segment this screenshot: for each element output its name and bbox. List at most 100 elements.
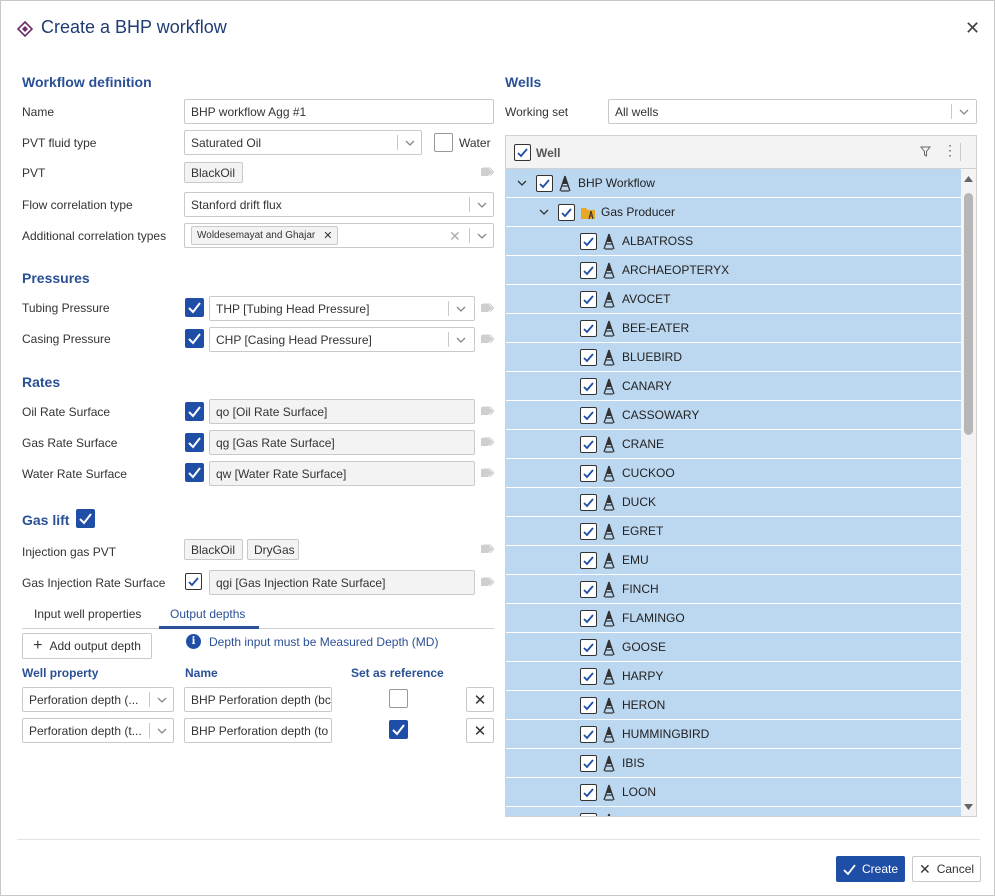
tag-icon[interactable] — [480, 303, 494, 313]
well-row[interactable]: CRANE — [506, 430, 961, 459]
well-checkbox[interactable] — [580, 378, 597, 395]
well-row[interactable]: GOOSE — [506, 633, 961, 662]
well-row[interactable]: BEE-EATER — [506, 314, 961, 343]
oil-rate-field[interactable]: qo [Oil Rate Surface] — [209, 399, 475, 424]
select-all-checkbox[interactable] — [514, 144, 531, 161]
tree-row-root[interactable]: BHP Workflow — [506, 169, 961, 198]
well-checkbox[interactable] — [580, 755, 597, 772]
tubing-pressure-select[interactable]: THP [Tubing Head Pressure] — [209, 296, 475, 321]
chevron-down-icon[interactable] — [539, 208, 549, 216]
chip-remove-icon[interactable]: ✕ — [323, 229, 332, 242]
water-rate-checkbox[interactable] — [185, 463, 204, 482]
pvt-fluid-type-select[interactable]: Saturated Oil — [184, 130, 422, 155]
water-rate-field[interactable]: qw [Water Rate Surface] — [209, 461, 475, 486]
remove-row-button[interactable]: ✕ — [466, 718, 494, 743]
well-checkbox[interactable] — [580, 552, 597, 569]
well-checkbox[interactable] — [580, 784, 597, 801]
oil-rate-checkbox[interactable] — [185, 402, 204, 421]
clear-icon[interactable]: ✕ — [449, 228, 461, 245]
wells-scrollbar[interactable] — [961, 169, 976, 816]
tab-input-well-properties[interactable]: Input well properties — [34, 607, 141, 621]
well-row[interactable]: IBIS — [506, 749, 961, 778]
tubing-pressure-checkbox[interactable] — [185, 298, 204, 317]
gas-rate-checkbox[interactable] — [185, 433, 204, 452]
gas-rate-field[interactable]: qg [Gas Rate Surface] — [209, 430, 475, 455]
well-row[interactable]: FINCH — [506, 575, 961, 604]
well-row[interactable]: CANARY — [506, 372, 961, 401]
additional-correlation-select[interactable]: Woldesemayat and Ghajar ✕ ✕ — [184, 223, 494, 248]
pvt-chip[interactable]: BlackOil — [184, 162, 243, 183]
well-row[interactable]: FLAMINGO — [506, 604, 961, 633]
scroll-down-icon[interactable] — [963, 803, 974, 811]
well-row[interactable]: ALBATROSS — [506, 227, 961, 256]
well-property-select[interactable]: Perforation depth (t... — [22, 718, 174, 743]
well-checkbox[interactable] — [580, 320, 597, 337]
tab-output-depths[interactable]: Output depths — [170, 607, 245, 621]
well-row[interactable]: EGRET — [506, 517, 961, 546]
tag-icon[interactable] — [480, 437, 494, 447]
tree-row-group[interactable]: Gas Producer — [506, 198, 961, 227]
well-row[interactable]: HARPY — [506, 662, 961, 691]
tag-icon[interactable] — [480, 334, 494, 344]
flow-correlation-select[interactable]: Stanford drift flux — [184, 192, 494, 217]
well-checkbox[interactable] — [580, 726, 597, 743]
well-row[interactable]: EMU — [506, 546, 961, 575]
well-row[interactable]: CASSOWARY — [506, 401, 961, 430]
well-checkbox[interactable] — [580, 291, 597, 308]
well-checkbox[interactable] — [580, 668, 597, 685]
well-checkbox[interactable] — [580, 813, 597, 816]
well-checkbox[interactable] — [580, 349, 597, 366]
close-icon[interactable]: ✕ — [965, 18, 980, 38]
well-property-select[interactable]: Perforation depth (... — [22, 687, 174, 712]
well-checkbox[interactable] — [580, 407, 597, 424]
tag-icon[interactable] — [480, 468, 494, 478]
well-checkbox[interactable] — [580, 465, 597, 482]
set-as-reference-checkbox[interactable] — [389, 720, 408, 739]
gas-lift-checkbox[interactable] — [76, 509, 95, 528]
injection-pvt-chip-blackoil[interactable]: BlackOil — [184, 539, 243, 560]
water-checkbox[interactable] — [434, 133, 453, 152]
well-checkbox[interactable] — [580, 697, 597, 714]
output-name-input[interactable]: BHP Perforation depth (to — [184, 718, 332, 743]
name-input[interactable]: BHP workflow Agg #1 — [184, 99, 494, 124]
well-row[interactable]: ARCHAEOPTERYX — [506, 256, 961, 285]
group-checkbox[interactable] — [558, 204, 575, 221]
working-set-select[interactable]: All wells — [608, 99, 977, 124]
casing-pressure-checkbox[interactable] — [185, 329, 204, 348]
well-checkbox[interactable] — [580, 610, 597, 627]
casing-pressure-select[interactable]: CHP [Casing Head Pressure] — [209, 327, 475, 352]
well-checkbox[interactable] — [580, 262, 597, 279]
well-checkbox[interactable] — [580, 639, 597, 656]
more-options-icon[interactable]: ⋮ — [943, 143, 957, 157]
filter-icon[interactable] — [920, 146, 931, 157]
injection-pvt-chip-drygas[interactable]: DryGas — [247, 539, 299, 560]
tag-icon[interactable] — [480, 544, 494, 554]
add-output-depth-button[interactable]: + Add output depth — [22, 633, 152, 659]
remove-row-button[interactable]: ✕ — [466, 687, 494, 712]
well-checkbox[interactable] — [580, 523, 597, 540]
well-row[interactable]: CUCKOO — [506, 459, 961, 488]
scroll-up-icon[interactable] — [963, 175, 974, 183]
set-as-reference-checkbox[interactable] — [389, 689, 408, 708]
tag-icon[interactable] — [480, 167, 494, 177]
well-row[interactable]: AVOCET — [506, 285, 961, 314]
tag-icon[interactable] — [480, 577, 494, 587]
well-row[interactable]: DUCK — [506, 488, 961, 517]
well-row[interactable]: LOON — [506, 778, 961, 807]
well-checkbox[interactable] — [580, 436, 597, 453]
create-button[interactable]: Create — [836, 856, 905, 882]
well-checkbox[interactable] — [580, 233, 597, 250]
well-checkbox[interactable] — [580, 581, 597, 598]
tag-icon[interactable] — [480, 406, 494, 416]
well-row[interactable]: LORIKEET — [506, 807, 961, 816]
cancel-button[interactable]: ✕ Cancel — [912, 856, 981, 882]
well-row[interactable]: BLUEBIRD — [506, 343, 961, 372]
gas-injection-rate-field[interactable]: qgi [Gas Injection Rate Surface] — [209, 570, 475, 595]
chevron-down-icon[interactable] — [517, 179, 527, 187]
well-checkbox[interactable] — [580, 494, 597, 511]
scroll-thumb[interactable] — [964, 193, 973, 435]
gas-injection-rate-checkbox[interactable] — [185, 573, 202, 590]
well-row[interactable]: HUMMINGBIRD — [506, 720, 961, 749]
output-name-input[interactable]: BHP Perforation depth (bc — [184, 687, 332, 712]
well-row[interactable]: HERON — [506, 691, 961, 720]
